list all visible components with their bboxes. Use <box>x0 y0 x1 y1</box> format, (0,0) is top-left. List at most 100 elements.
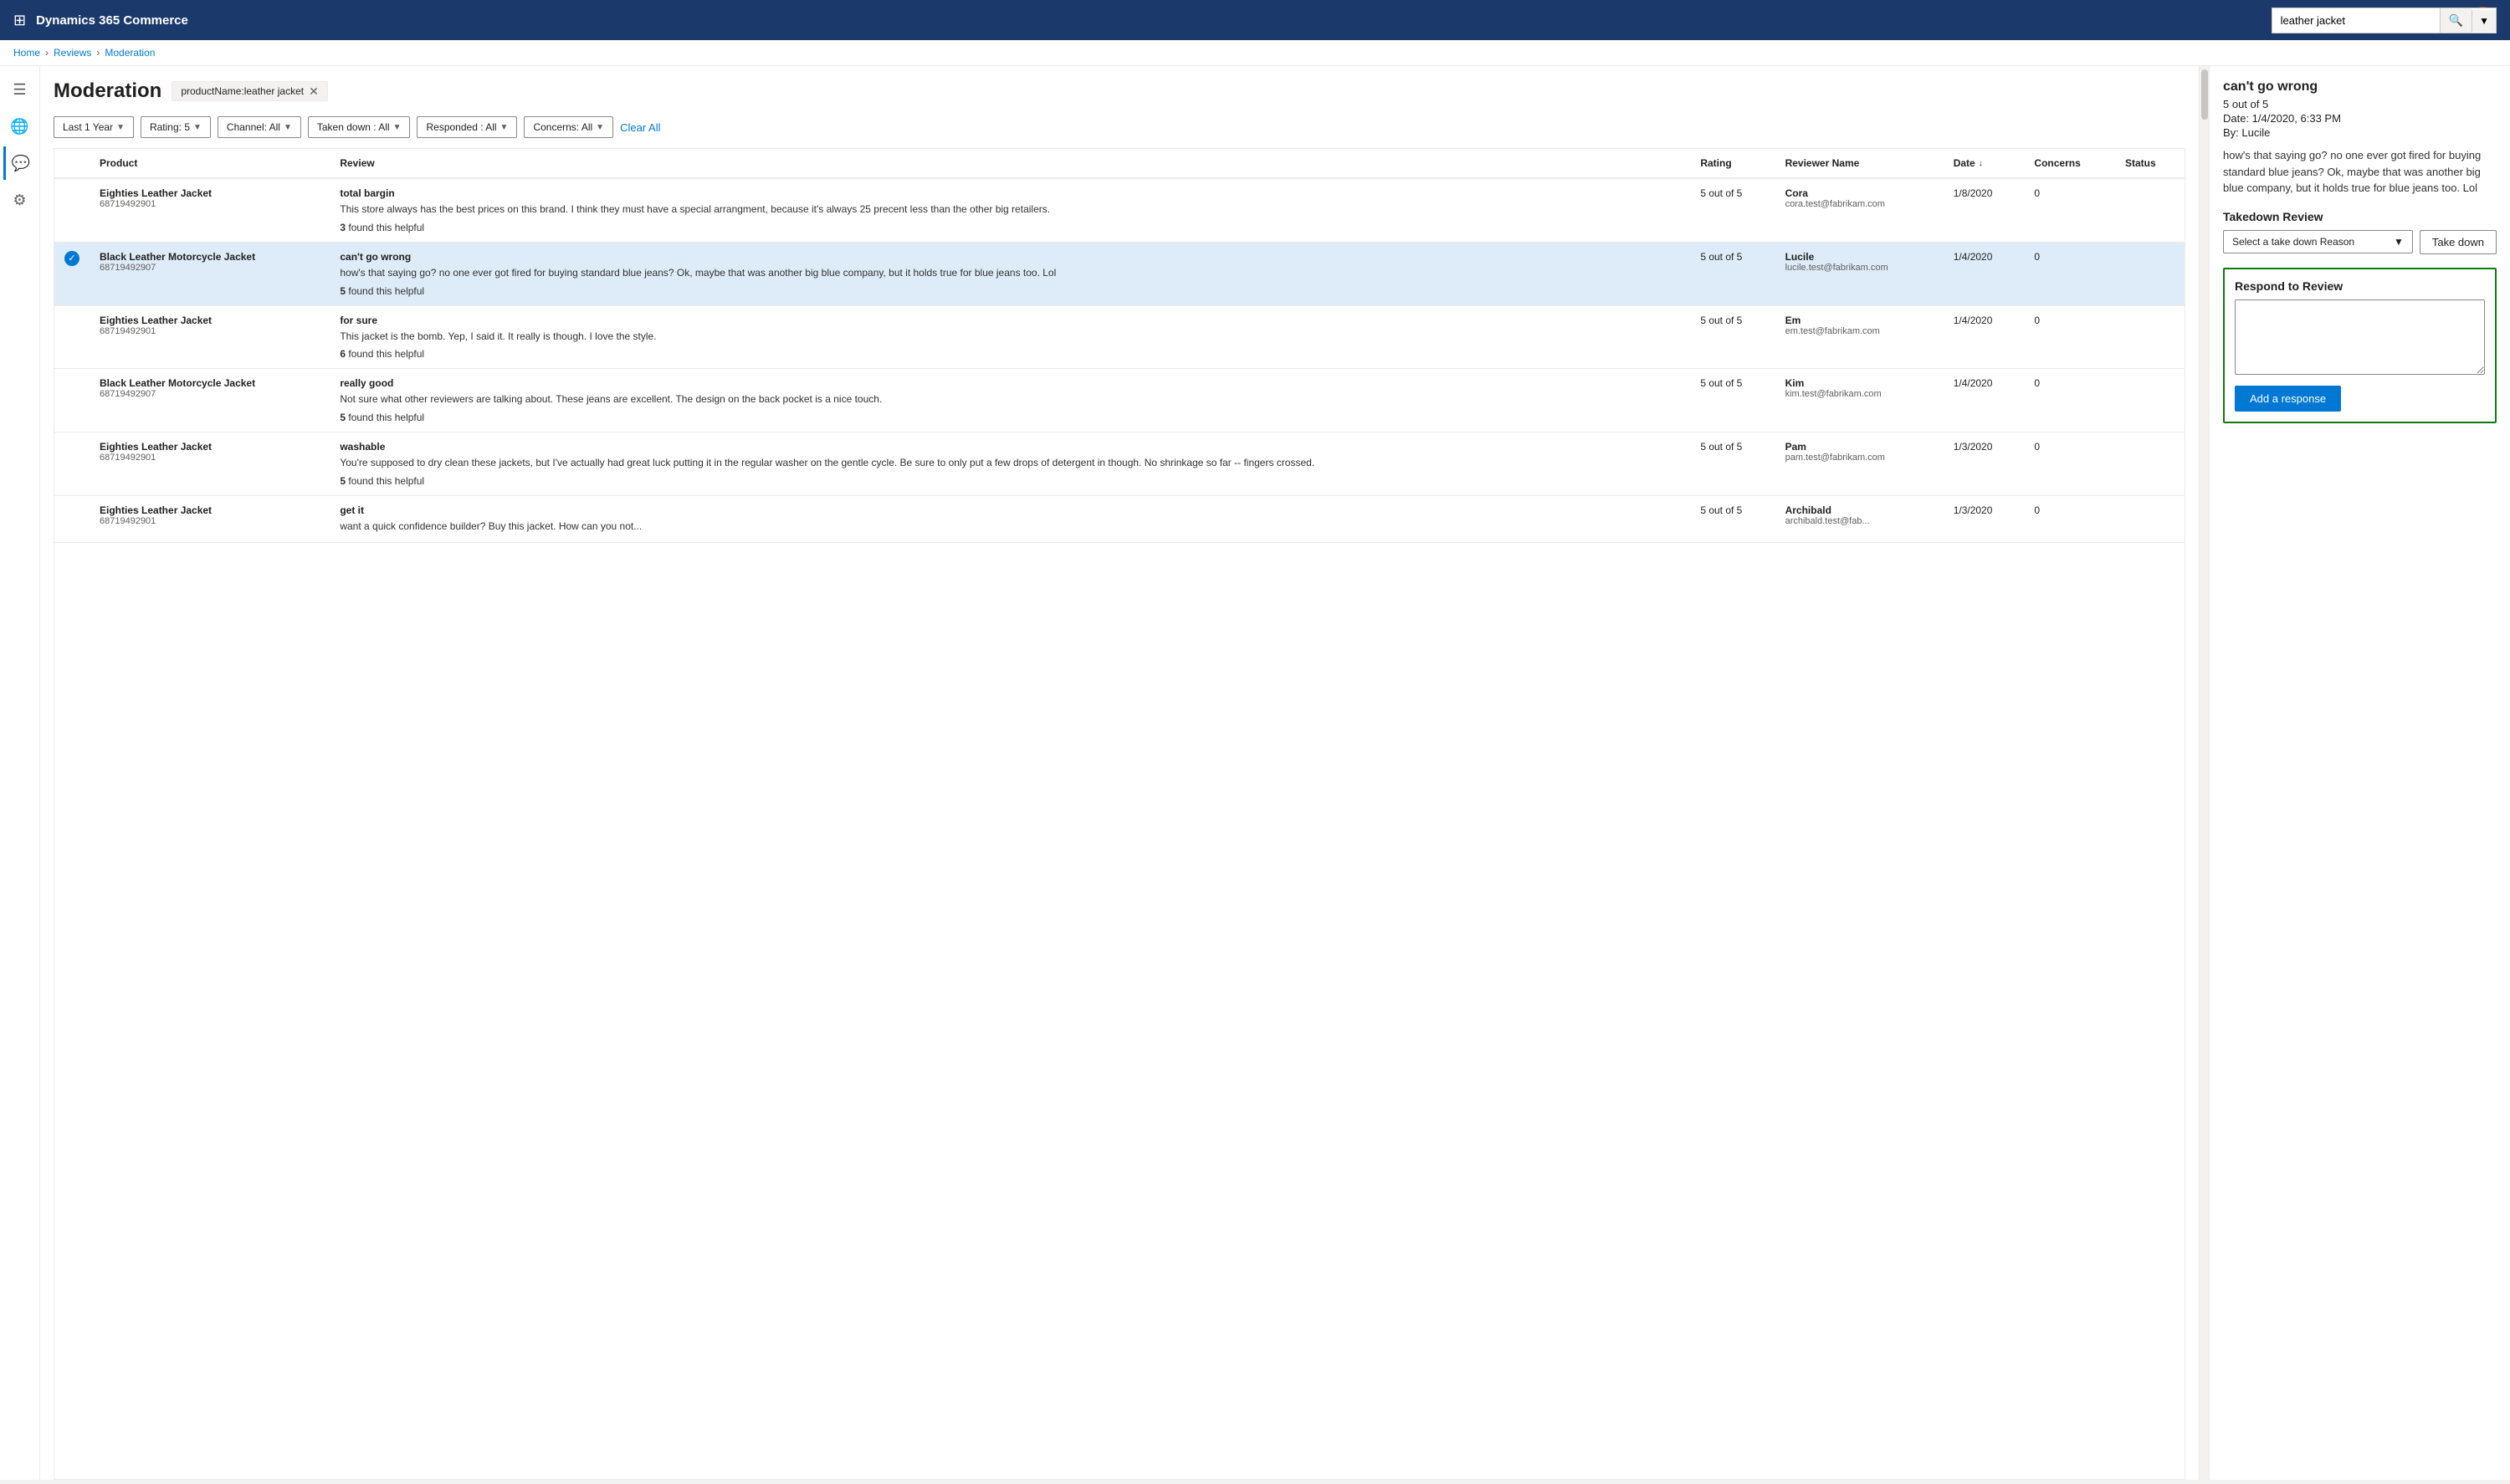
helpful-count: 5 found this helpful <box>340 475 1680 487</box>
review-body: You're supposed to dry clean these jacke… <box>340 456 1680 470</box>
row-product: Eighties Leather Jacket68719492901 <box>90 432 330 496</box>
th-date[interactable]: Date ↓ <box>1944 149 2025 178</box>
filter-channel[interactable]: Channel: All ▼ <box>218 116 301 138</box>
concerns-value: 0 <box>2034 441 2040 453</box>
table-row[interactable]: Eighties Leather Jacket68719492901washab… <box>54 432 2185 496</box>
row-date: 1/3/2020 <box>1944 495 2025 542</box>
main-container: ☰ 🌐 💬 ⚙ Moderation productName:leather j… <box>0 66 2510 1480</box>
search-input-wrap: 🔍 ▼ <box>2272 8 2497 33</box>
page-header: Moderation productName:leather jacket ✕ <box>54 79 2185 103</box>
page-title: Moderation <box>54 79 161 103</box>
reviews-table: Product Review Rating Reviewer Name Date… <box>54 149 2185 543</box>
table-row[interactable]: Eighties Leather Jacket68719492901total … <box>54 178 2185 242</box>
th-select <box>54 149 90 178</box>
reviewer-email: pam.test@fabrikam.com <box>1785 453 1934 463</box>
filter-tag-close[interactable]: ✕ <box>309 85 319 97</box>
add-response-button[interactable]: Add a response <box>2235 386 2341 412</box>
detail-rating: 5 out of 5 <box>2223 98 2497 110</box>
concerns-value: 0 <box>2034 504 2040 516</box>
respond-textarea[interactable] <box>2235 299 2485 375</box>
row-rating: 5 out of 5 <box>1690 178 1775 242</box>
filter-date[interactable]: Last 1 Year ▼ <box>54 116 134 138</box>
review-body: how's that saying go? no one ever got fi… <box>340 266 1680 280</box>
reviewer-name: Archibald <box>1785 504 1934 516</box>
breadcrumb-home[interactable]: Home <box>13 47 40 59</box>
grid-icon[interactable]: ⊞ <box>13 12 26 29</box>
row-reviewer: Coracora.test@fabrikam.com <box>1775 178 1944 242</box>
row-review: washableYou're supposed to dry clean the… <box>330 432 1690 496</box>
reviewer-name: Em <box>1785 315 1934 326</box>
takedown-select[interactable]: Select a take down Reason ▼ <box>2223 230 2413 253</box>
scrollbar[interactable] <box>2199 66 2209 1480</box>
date-value: 1/3/2020 <box>1954 504 1993 516</box>
sidebar-hamburger[interactable]: ☰ <box>3 73 37 106</box>
helpful-count: 6 found this helpful <box>340 348 1680 360</box>
row-review: really goodNot sure what other reviewers… <box>330 369 1690 432</box>
row-status <box>2115 495 2185 542</box>
row-review: total barginThis store always has the be… <box>330 178 1690 242</box>
breadcrumb-moderation[interactable]: Moderation <box>105 47 155 59</box>
list-section: Moderation productName:leather jacket ✕ … <box>40 66 2199 1480</box>
row-select-cell <box>54 178 90 242</box>
takendown-chevron-icon: ▼ <box>393 123 402 132</box>
date-sort-icon: ↓ <box>1979 159 1983 168</box>
content-area: Moderation productName:leather jacket ✕ … <box>40 66 2510 1480</box>
filter-bar: Last 1 Year ▼ Rating: 5 ▼ Channel: All ▼… <box>54 116 2185 138</box>
sidebar-settings[interactable]: ⚙ <box>3 183 37 217</box>
breadcrumb: Home › Reviews › Moderation <box>0 40 2510 66</box>
th-review: Review <box>330 149 1690 178</box>
takedown-placeholder: Select a take down Reason <box>2232 236 2354 248</box>
product-name: Eighties Leather Jacket <box>100 441 320 453</box>
channel-chevron-icon: ▼ <box>284 123 292 132</box>
date-value: 1/3/2020 <box>1954 441 1993 453</box>
helpful-count: 5 found this helpful <box>340 285 1680 297</box>
rating-value: 5 out of 5 <box>1700 187 1742 199</box>
table-row[interactable]: Eighties Leather Jacket68719492901for su… <box>54 305 2185 369</box>
concerns-chevron-icon: ▼ <box>596 123 604 132</box>
row-date: 1/8/2020 <box>1944 178 2025 242</box>
row-concerns: 0 <box>2024 178 2115 242</box>
breadcrumb-reviews[interactable]: Reviews <box>54 47 91 59</box>
row-reviewer: Pampam.test@fabrikam.com <box>1775 432 1944 496</box>
row-select-cell: ✓ <box>54 242 90 305</box>
product-id: 68719492901 <box>100 516 320 526</box>
takedown-chevron-icon: ▼ <box>2394 236 2404 248</box>
product-id: 68719492907 <box>100 389 320 399</box>
rating-value: 5 out of 5 <box>1700 315 1742 326</box>
product-name: Black Leather Motorcycle Jacket <box>100 251 320 263</box>
sidebar-globe[interactable]: 🌐 <box>3 110 37 143</box>
sidebar: ☰ 🌐 💬 ⚙ <box>0 66 40 1480</box>
respond-section: Respond to Review Add a response <box>2223 268 2497 423</box>
product-id: 68719492901 <box>100 199 320 209</box>
row-rating: 5 out of 5 <box>1690 369 1775 432</box>
date-value: 1/4/2020 <box>1954 377 1993 389</box>
review-body: Not sure what other reviewers are talkin… <box>340 392 1680 407</box>
table-row[interactable]: Eighties Leather Jacket68719492901get it… <box>54 495 2185 542</box>
filter-concerns[interactable]: Concerns: All ▼ <box>524 116 613 138</box>
clear-all-button[interactable]: Clear All <box>620 121 660 134</box>
product-id: 68719492901 <box>100 453 320 463</box>
table-row[interactable]: Black Leather Motorcycle Jacket687194929… <box>54 369 2185 432</box>
table-header-row: Product Review Rating Reviewer Name Date… <box>54 149 2185 178</box>
reviewer-email: archibald.test@fab... <box>1785 516 1934 526</box>
filter-rating[interactable]: Rating: 5 ▼ <box>141 116 211 138</box>
row-date: 1/4/2020 <box>1944 305 2025 369</box>
filter-taken-down[interactable]: Taken down : All ▼ <box>308 116 411 138</box>
row-product: Eighties Leather Jacket68719492901 <box>90 305 330 369</box>
row-date: 1/3/2020 <box>1944 432 2025 496</box>
reviewer-email: lucile.test@fabrikam.com <box>1785 263 1934 273</box>
table-row[interactable]: ✓Black Leather Motorcycle Jacket68719492… <box>54 242 2185 305</box>
sidebar-reviews[interactable]: 💬 <box>3 146 37 180</box>
search-dropdown-button[interactable]: ▼ <box>2472 10 2496 32</box>
row-status <box>2115 369 2185 432</box>
row-reviewer: Kimkim.test@fabrikam.com <box>1775 369 1944 432</box>
row-date: 1/4/2020 <box>1944 242 2025 305</box>
th-concerns: Concerns <box>2024 149 2115 178</box>
filter-responded[interactable]: Responded : All ▼ <box>417 116 517 138</box>
search-input[interactable] <box>2272 9 2440 32</box>
th-product: Product <box>90 149 330 178</box>
search-button[interactable]: 🔍 <box>2440 8 2472 33</box>
takedown-row: Select a take down Reason ▼ Take down <box>2223 230 2497 254</box>
reviewer-name: Cora <box>1785 187 1934 199</box>
takedown-button[interactable]: Take down <box>2420 230 2497 254</box>
